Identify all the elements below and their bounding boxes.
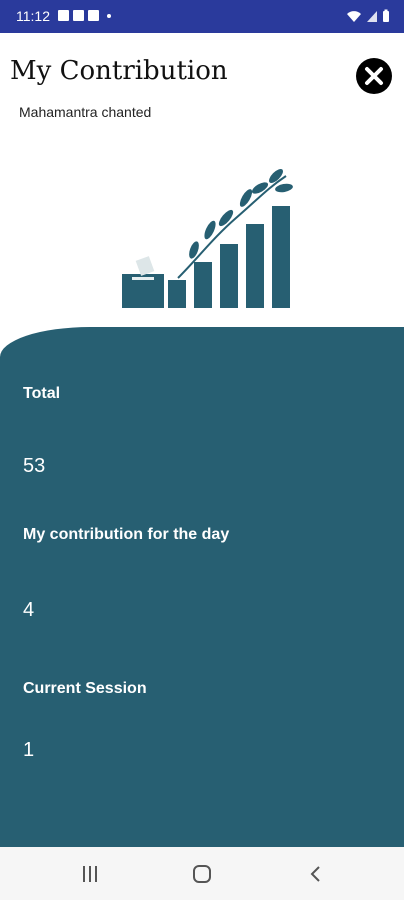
session-label: Current Session — [23, 680, 147, 697]
back-icon[interactable] — [308, 864, 324, 884]
cloud-icon — [73, 10, 84, 21]
today-label: My contribution for the day — [23, 526, 230, 543]
dot-icon — [107, 13, 111, 18]
image-icon — [58, 10, 69, 21]
home-icon[interactable] — [192, 864, 212, 884]
today-value: 4 — [23, 599, 35, 621]
signal-icon — [367, 11, 377, 22]
recents-icon[interactable] — [80, 865, 100, 883]
close-button[interactable] — [356, 58, 392, 94]
wifi-icon — [347, 11, 361, 22]
status-right-icons — [346, 9, 390, 23]
navigation-bar — [0, 847, 404, 900]
total-label: Total — [23, 385, 61, 402]
close-icon — [365, 67, 383, 85]
total-value: 53 — [23, 455, 46, 477]
session-value: 1 — [23, 739, 35, 761]
status-bar: 11:12 — [0, 0, 404, 33]
app-icon — [88, 10, 99, 21]
growth-chart-illustration — [122, 169, 293, 308]
stats-panel: Total 53 My contribution for the day 4 C… — [0, 327, 404, 847]
status-left-icons — [58, 10, 111, 21]
page-title: My Contribution — [10, 56, 228, 86]
battery-icon — [383, 9, 389, 22]
status-time: 11:12 — [16, 8, 50, 24]
page-subtitle: Mahamantra chanted — [19, 104, 152, 120]
